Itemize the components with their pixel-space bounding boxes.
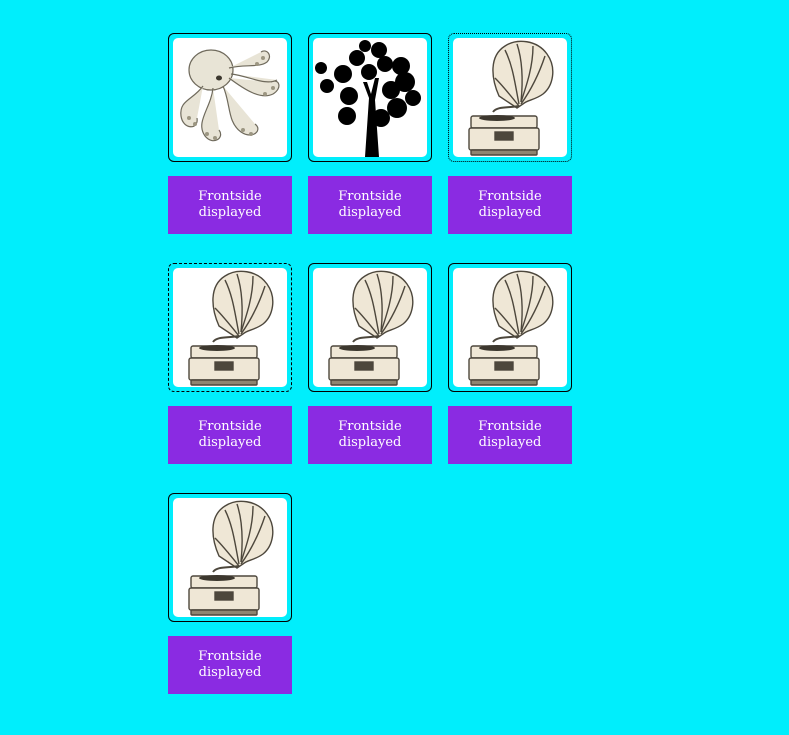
flip-card[interactable] <box>308 263 432 392</box>
card-face <box>453 38 567 157</box>
tree-icon <box>313 38 427 157</box>
card-grid: Frontside displayed Frontside displayed Fr… <box>168 33 572 694</box>
card-face <box>313 268 427 387</box>
flip-card[interactable] <box>448 263 572 392</box>
flip-status-button[interactable]: Frontside displayed <box>448 406 572 464</box>
flip-card[interactable] <box>168 493 292 622</box>
gramophone-icon <box>453 268 567 387</box>
flip-status-button[interactable]: Frontside displayed <box>448 176 572 234</box>
flip-status-button[interactable]: Frontside displayed <box>308 406 432 464</box>
card-cell: Frontside displayed <box>168 33 292 234</box>
gramophone-icon <box>453 38 567 157</box>
flip-status-button[interactable]: Frontside displayed <box>308 176 432 234</box>
card-cell: Frontside displayed <box>168 493 292 694</box>
card-face <box>173 498 287 617</box>
card-cell: Frontside displayed <box>448 33 572 234</box>
card-face <box>173 38 287 157</box>
flip-status-button[interactable]: Frontside displayed <box>168 176 292 234</box>
gramophone-icon <box>173 268 287 387</box>
flip-status-button[interactable]: Frontside displayed <box>168 636 292 694</box>
card-face <box>453 268 567 387</box>
flip-card[interactable] <box>168 263 292 392</box>
flip-card[interactable] <box>308 33 432 162</box>
flip-card[interactable] <box>168 33 292 162</box>
card-cell: Frontside displayed <box>308 263 432 464</box>
card-cell: Frontside displayed <box>168 263 292 464</box>
flip-status-button[interactable]: Frontside displayed <box>168 406 292 464</box>
card-cell: Frontside displayed <box>448 263 572 464</box>
gramophone-icon <box>173 498 287 617</box>
gramophone-icon <box>313 268 427 387</box>
octopus-icon <box>173 38 287 157</box>
card-face <box>313 38 427 157</box>
card-face <box>173 268 287 387</box>
card-cell: Frontside displayed <box>308 33 432 234</box>
flip-card[interactable] <box>448 33 572 162</box>
